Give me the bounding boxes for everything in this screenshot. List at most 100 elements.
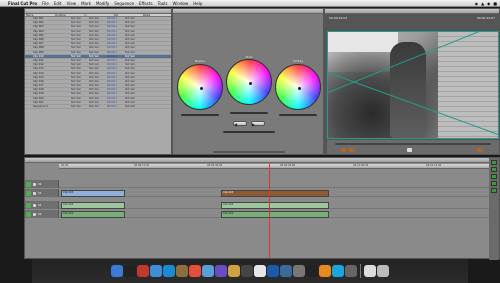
garageband-icon[interactable]	[241, 265, 253, 277]
track-lock-icon[interactable]	[33, 182, 36, 186]
spotlight-icon[interactable]: ■	[493, 1, 497, 6]
track-header: V2	[25, 180, 59, 188]
mark-out-button[interactable]	[349, 148, 354, 152]
razor-tool-icon[interactable]	[491, 167, 497, 172]
zoom-tool-icon[interactable]	[491, 174, 497, 179]
pen-tool-icon[interactable]	[491, 188, 497, 193]
final-cut-icon[interactable]	[306, 265, 318, 277]
column-header[interactable]: Out	[113, 14, 142, 17]
clip-field: Not Set	[125, 88, 135, 92]
match-hue-button[interactable]: ◀	[233, 121, 247, 127]
menu-modify[interactable]: Modify	[96, 1, 109, 6]
blacks-slider[interactable]	[181, 114, 219, 116]
clip-field: Not Set	[71, 88, 81, 92]
timeline-clip[interactable]: Clip 003	[221, 201, 329, 209]
selection-tool-icon[interactable]	[491, 160, 497, 165]
clip-field: Not Set	[89, 38, 99, 42]
mids-slider[interactable]	[230, 112, 268, 114]
status-icon[interactable]: ◆	[487, 1, 490, 6]
track-audio-toggle[interactable]	[26, 211, 31, 217]
mark-in-button[interactable]	[341, 148, 346, 152]
menu-tools[interactable]: Tools	[158, 1, 168, 6]
browser-list: Clip 001 Not Set Not Set 00:00:1 Not Set Clip…	[25, 17, 171, 110]
browser-row[interactable]: Sequence 1 Not Set Not Set 00:00:1 Not Set	[25, 105, 171, 110]
column-header[interactable]: In	[83, 14, 112, 17]
clip-field: Not Set	[71, 71, 81, 75]
dashboard-icon[interactable]	[124, 265, 136, 277]
menu-mark[interactable]: Mark	[81, 1, 91, 6]
clip-field: 00:00:1	[107, 46, 117, 50]
limit-effect-bar[interactable]	[213, 151, 285, 153]
menu-sequence[interactable]: Sequence	[114, 1, 134, 6]
auto-balance-button[interactable]: ▶	[251, 121, 265, 127]
track-a1: A1 Clip 003 Clip 003	[25, 201, 491, 209]
track-visibility-toggle[interactable]	[26, 190, 31, 196]
track-a2: A2 Clip 003 Clip 003	[25, 210, 491, 218]
menu-effects[interactable]: Effects	[139, 1, 153, 6]
address-book-icon[interactable]	[176, 265, 188, 277]
menu-window[interactable]: Window	[172, 1, 188, 6]
mail-icon[interactable]	[137, 265, 149, 277]
saturation-slider[interactable]	[223, 131, 275, 133]
whites-slider[interactable]	[279, 114, 317, 116]
compressor-icon[interactable]	[345, 265, 357, 277]
timeline-clip[interactable]: Clip 003	[221, 189, 329, 197]
timeline-clip[interactable]: Clip 003	[61, 189, 125, 197]
time-machine-icon[interactable]	[280, 265, 292, 277]
mids-color-wheel[interactable]	[226, 59, 272, 105]
column-header[interactable]: Name	[25, 14, 54, 17]
timeline-clip[interactable]: Clip 003	[221, 210, 329, 218]
menu-view[interactable]: View	[67, 1, 77, 6]
track-lock-icon[interactable]	[33, 191, 36, 195]
ical-icon[interactable]	[189, 265, 201, 277]
photo-icon[interactable]	[228, 265, 240, 277]
clip-field: 00:00:1	[107, 42, 117, 46]
wheel-handle[interactable]	[200, 87, 203, 90]
clip-field: 00:00:1	[107, 29, 117, 33]
trash-icon[interactable]	[377, 265, 389, 277]
itunes-icon[interactable]	[215, 265, 227, 277]
column-header[interactable]: Media	[142, 14, 171, 17]
status-icon[interactable]: ◉	[475, 1, 479, 6]
hand-tool-icon[interactable]	[491, 181, 497, 186]
firefox-icon[interactable]	[319, 265, 331, 277]
ichat-icon[interactable]	[163, 265, 175, 277]
clip-name: Clip 018	[33, 88, 44, 92]
finder-icon[interactable]	[111, 265, 123, 277]
iweb-icon[interactable]	[254, 265, 266, 277]
status-icon[interactable]: ▲	[481, 1, 484, 6]
track-lock-icon[interactable]	[33, 203, 36, 207]
marker-button[interactable]	[477, 148, 482, 152]
ruler-tick: 00:01:00;00	[353, 164, 369, 167]
safari-icon[interactable]	[150, 265, 162, 277]
track-lock-icon[interactable]	[33, 212, 36, 216]
timeline-clip[interactable]: Clip 003	[61, 210, 125, 218]
canvas-titlebar	[325, 9, 499, 14]
system-preferences-icon[interactable]	[293, 265, 305, 277]
menu-edit[interactable]: Edit	[54, 1, 62, 6]
menu-file[interactable]: File	[42, 1, 49, 6]
clip-field: Not Set	[89, 79, 99, 83]
clip-field: Not Set	[71, 54, 81, 58]
track-visibility-toggle[interactable]	[26, 181, 31, 187]
timeline-ruler[interactable]: 00:00 00:00:15;00 00:00:30;00 00:00:45;0…	[59, 164, 489, 169]
preview-icon[interactable]	[202, 265, 214, 277]
video-frame[interactable]	[327, 31, 499, 139]
skype-icon[interactable]	[332, 265, 344, 277]
menu-help[interactable]: Help	[193, 1, 202, 6]
play-button[interactable]	[407, 148, 412, 152]
whites-color-wheel[interactable]	[275, 64, 321, 110]
timeline-clip[interactable]: Clip 003	[61, 201, 125, 209]
column-header[interactable]: Duration	[54, 14, 83, 17]
dock	[32, 259, 468, 283]
scrubber-bar[interactable]	[335, 143, 491, 145]
app-menu[interactable]: Final Cut Pro	[8, 1, 37, 6]
wheel-handle[interactable]	[249, 82, 252, 85]
quicktime-icon[interactable]	[267, 265, 279, 277]
utility-icon[interactable]	[364, 265, 376, 277]
wheel-handle[interactable]	[298, 87, 301, 90]
clip-field: 00:00:1	[107, 88, 117, 92]
playhead[interactable]	[269, 164, 270, 258]
blacks-color-wheel[interactable]	[177, 64, 223, 110]
track-audio-toggle[interactable]	[26, 202, 31, 208]
